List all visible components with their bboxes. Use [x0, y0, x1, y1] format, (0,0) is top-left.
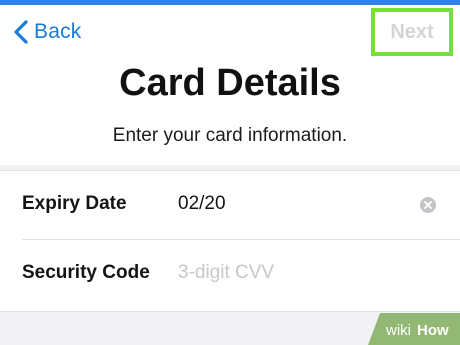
- next-button[interactable]: Next: [371, 8, 453, 56]
- page-title: Card Details: [119, 62, 341, 104]
- security-code-field[interactable]: [178, 258, 408, 288]
- wikihow-watermark: wiki How: [368, 313, 460, 345]
- security-code-label: Security Code: [22, 262, 150, 283]
- card-details-screen: Back Next Card Details Enter your card i…: [0, 0, 460, 345]
- clear-icon[interactable]: [419, 196, 437, 214]
- watermark-wiki: wiki: [385, 322, 411, 339]
- next-label: Next: [390, 20, 434, 43]
- expiry-date-row[interactable]: Expiry Date 02/20: [0, 171, 460, 240]
- watermark-how: How: [417, 322, 449, 339]
- back-button[interactable]: Back: [12, 15, 82, 49]
- chevron-left-icon: [14, 20, 28, 44]
- expiry-date-field[interactable]: 02/20: [178, 193, 226, 215]
- back-label: Back: [34, 20, 82, 43]
- header: Back Next Card Details Enter your card i…: [0, 5, 460, 165]
- expiry-date-label: Expiry Date: [22, 193, 127, 214]
- card-form: Expiry Date 02/20 Security Code: [0, 170, 460, 312]
- security-code-row[interactable]: Security Code: [0, 240, 460, 308]
- page-subtitle: Enter your card information.: [112, 125, 348, 146]
